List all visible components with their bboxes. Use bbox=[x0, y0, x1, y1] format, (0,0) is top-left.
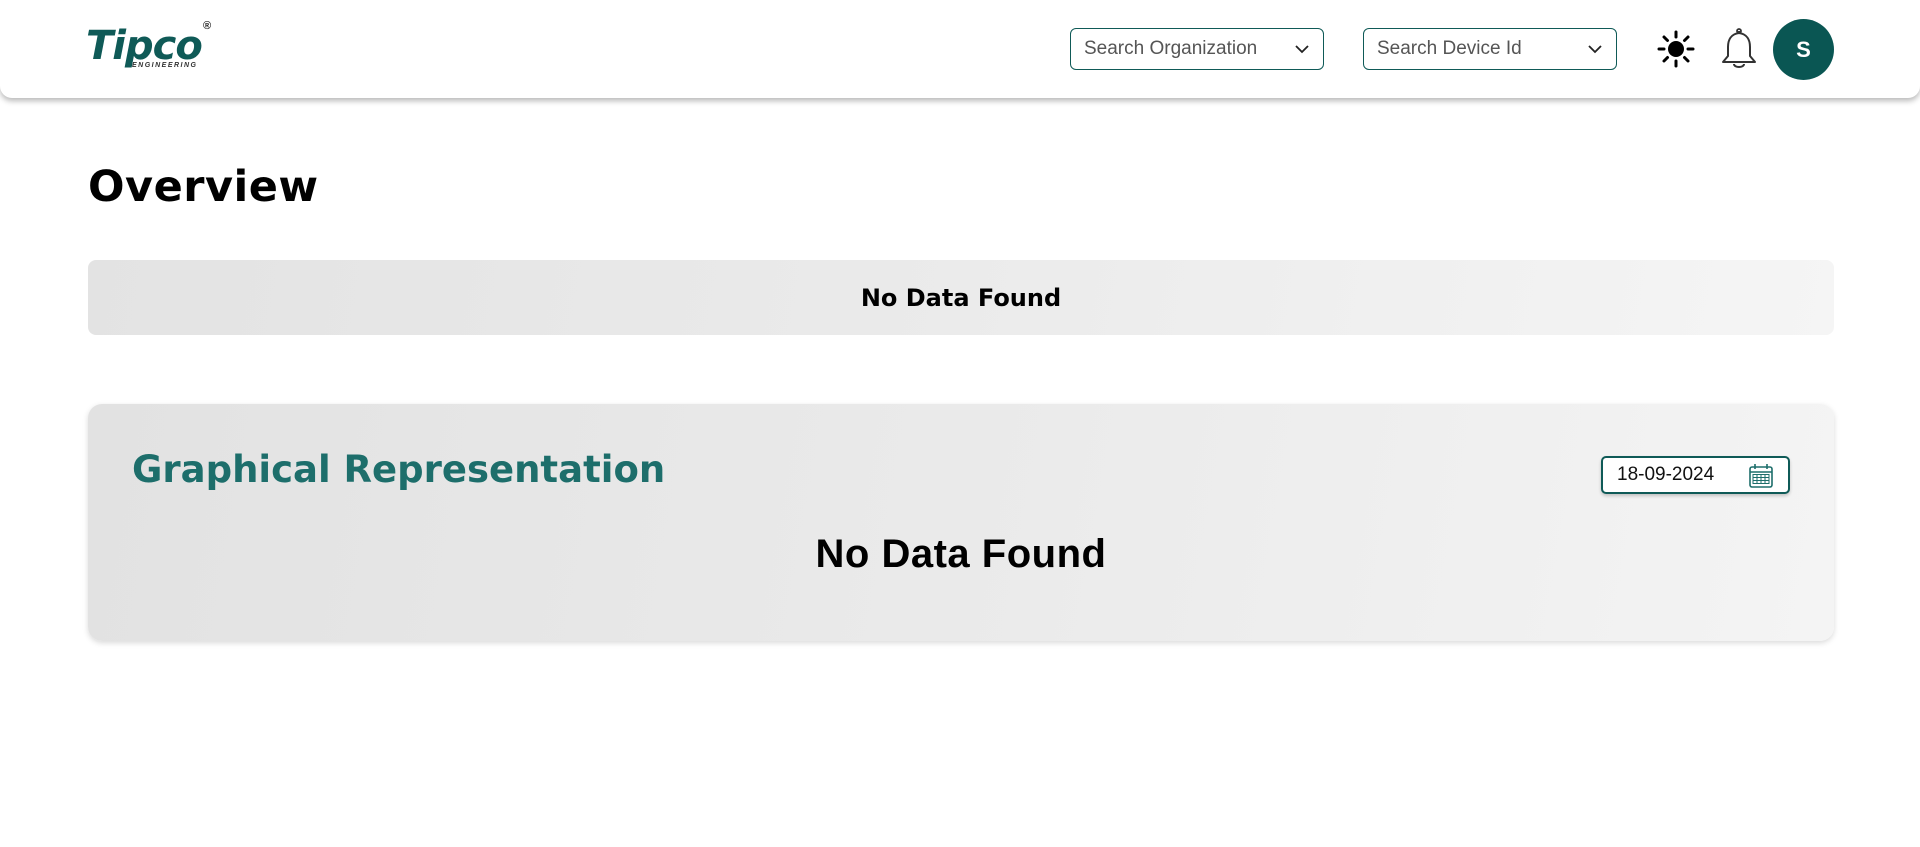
user-avatar[interactable]: S bbox=[1773, 19, 1834, 80]
calendar-icon[interactable] bbox=[1747, 462, 1775, 490]
top-header: Tipco ® ENGINEERING Search Organization … bbox=[0, 0, 1920, 98]
organization-select[interactable]: Search Organization bbox=[1070, 28, 1324, 70]
logo-subtitle: ENGINEERING bbox=[132, 62, 198, 69]
page-title: Overview bbox=[88, 162, 319, 212]
date-picker-value: 18-09-2024 bbox=[1617, 464, 1715, 485]
chevron-down-icon bbox=[1295, 45, 1309, 54]
tipco-logo[interactable]: Tipco ® ENGINEERING bbox=[86, 20, 216, 74]
graphical-representation-card: Graphical Representation 18-09-2024 No D… bbox=[88, 404, 1834, 641]
sun-icon[interactable] bbox=[1656, 29, 1696, 69]
overview-summary-card: No Data Found bbox=[88, 260, 1834, 335]
registered-mark: ® bbox=[203, 20, 212, 32]
bell-icon[interactable] bbox=[1718, 27, 1760, 71]
device-id-select-placeholder: Search Device Id bbox=[1377, 38, 1522, 59]
device-id-select[interactable]: Search Device Id bbox=[1363, 28, 1617, 70]
summary-empty-message: No Data Found bbox=[860, 283, 1062, 312]
graph-empty-message: No Data Found bbox=[815, 532, 1107, 576]
graph-section-title: Graphical Representation bbox=[132, 448, 666, 491]
chevron-down-icon bbox=[1588, 45, 1602, 54]
date-picker-input[interactable]: 18-09-2024 bbox=[1601, 456, 1790, 494]
organization-select-placeholder: Search Organization bbox=[1084, 38, 1258, 59]
